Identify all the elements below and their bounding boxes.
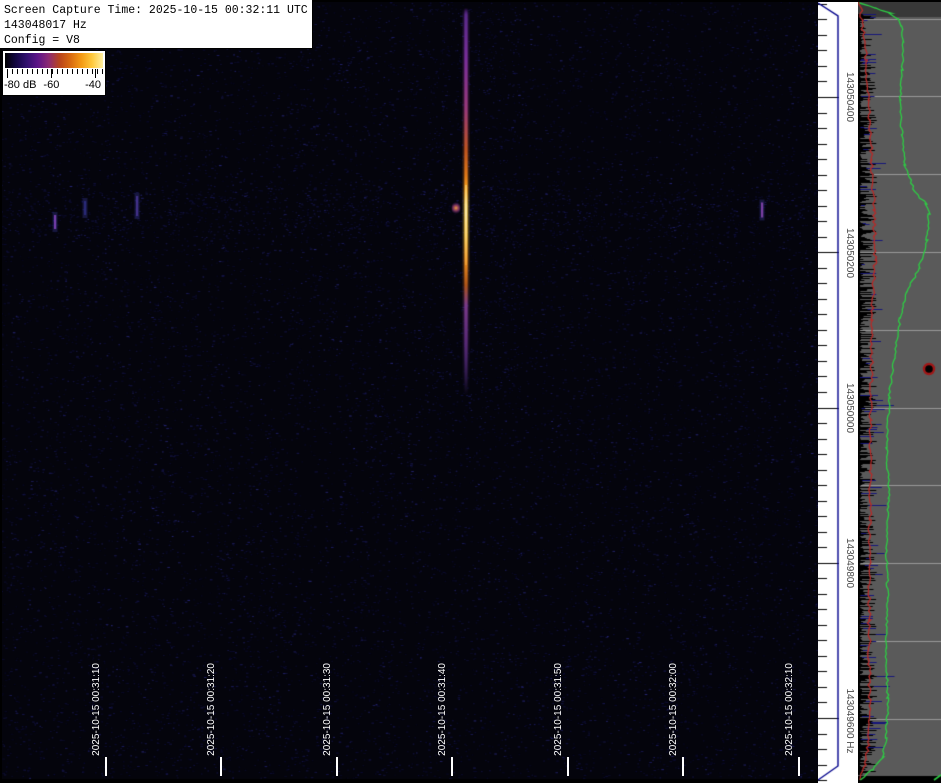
spectrum-panel-canvas [858,0,941,783]
legend-db-labels: -80 dB -60 -40 [4,79,104,93]
legend-long-tick [95,69,96,78]
time-axis-label: 2025-10-15 00:31:50 [553,663,564,756]
legend-long-tick [7,69,8,78]
time-tick-mark [798,757,800,776]
legend-label-60db: -60 [43,79,59,93]
screen-border-left [0,0,2,783]
time-axis-label: 2025-10-15 00:31:20 [206,663,217,756]
capture-frequency-text: 143048017 Hz [4,18,312,33]
capture-time-text: Screen Capture Time: 2025-10-15 00:32:11… [4,3,312,18]
waterfall-canvas [0,0,818,783]
time-tick-mark [220,757,222,776]
frequency-axis-label: 143049600 Hz [844,688,855,753]
time-axis-label: 2025-10-15 00:31:30 [322,663,333,756]
capture-info-box: Screen Capture Time: 2025-10-15 00:32:11… [0,0,313,49]
capture-config-text: Config = V8 [4,33,312,48]
legend-label-40db: -40 [85,79,101,93]
spectrogram-screen: Screen Capture Time: 2025-10-15 00:32:11… [0,0,941,783]
time-tick-mark [682,757,684,776]
legend-long-tick [51,69,52,78]
time-tick-mark [451,757,453,776]
time-tick-mark [105,757,107,776]
legend-tick-strip [5,69,103,78]
time-tick-mark [336,757,338,776]
legend-label-80db: -80 dB [4,79,36,93]
time-axis-label: 2025-10-15 00:32:00 [668,663,679,756]
time-axis-label: 2025-10-15 00:31:40 [437,663,448,756]
time-axis-label: 2025-10-15 00:31:10 [91,663,102,756]
time-tick-mark [567,757,569,776]
time-axis-label: 2025-10-15 00:32:10 [784,663,795,756]
frequency-axis-label: 143050400 [844,72,855,122]
frequency-axis-label: 143050000 [844,383,855,433]
frequency-axis-label: 143050200 [844,228,855,278]
color-gradient-bar [5,53,103,68]
frequency-axis-label: 143049800 [844,538,855,588]
color-scale-legend: -80 dB -60 -40 [2,50,106,96]
